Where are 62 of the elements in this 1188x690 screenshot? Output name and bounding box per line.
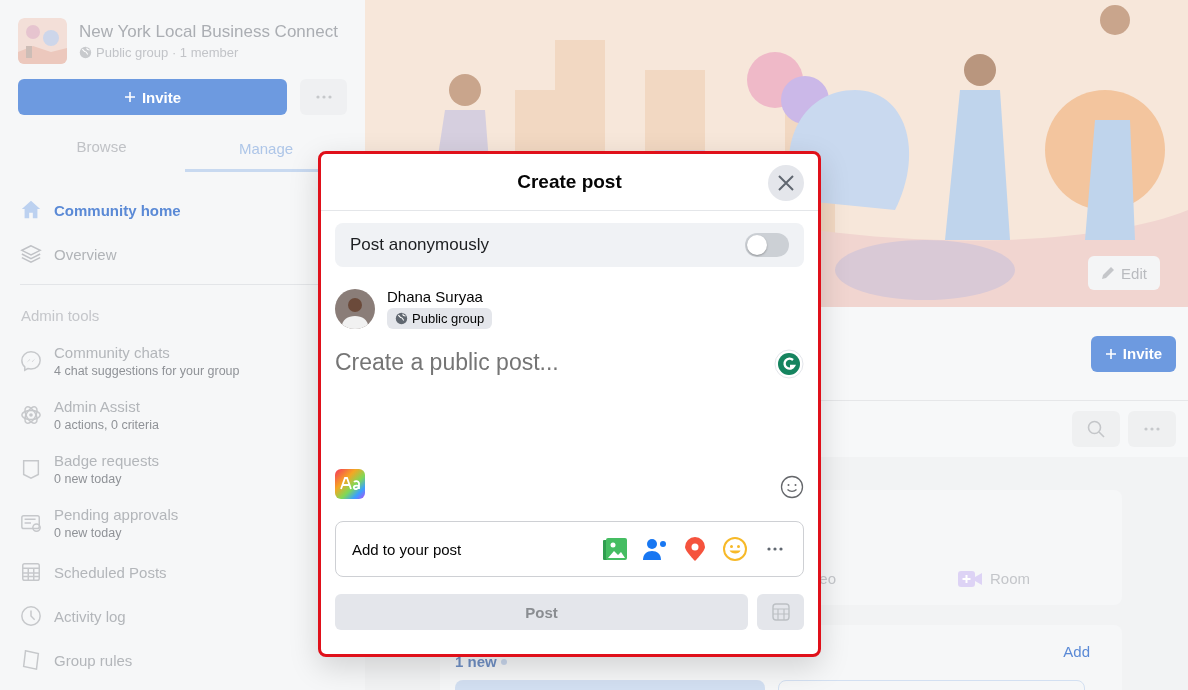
globe-icon <box>79 46 92 59</box>
post-input[interactable]: Create a public post... <box>335 349 735 376</box>
plus-icon <box>1104 347 1117 360</box>
clock-icon <box>20 605 42 627</box>
person-icon <box>643 537 667 561</box>
tool-label[interactable]: Group rules <box>54 651 133 669</box>
book-icon <box>20 649 42 671</box>
more-icon <box>1144 427 1160 431</box>
close-button[interactable] <box>768 165 804 201</box>
invite-button[interactable]: Invite <box>18 79 287 115</box>
tool-detail: 0 actions, 0 criteria <box>54 418 159 432</box>
tool-label[interactable]: Admin Assist <box>54 398 159 415</box>
status-dot <box>500 658 507 665</box>
calendar-icon <box>771 603 790 621</box>
tool-label[interactable]: Activity log <box>54 607 126 625</box>
tool-label[interactable]: Scheduled Posts <box>54 563 167 581</box>
pencil-icon <box>1101 266 1116 280</box>
tool-label[interactable]: Community chats <box>54 344 240 361</box>
group-name: New York Local Business Connect <box>79 22 338 42</box>
tool-detail: 4 chat suggestions for your group <box>54 364 240 378</box>
tool-detail: 0 new today <box>54 526 123 540</box>
map-pin-icon <box>685 537 705 561</box>
video-camera-icon <box>958 570 982 587</box>
shield-icon <box>20 458 42 480</box>
feeling-button[interactable] <box>723 537 747 561</box>
schedule-button[interactable] <box>757 594 804 630</box>
new-count: 1 new <box>455 653 497 670</box>
more-icon <box>315 95 332 99</box>
add-to-post-label: Add to your post <box>352 540 463 558</box>
text-style-icon[interactable] <box>335 469 365 499</box>
calendar-icon <box>20 561 42 583</box>
grammar-icon <box>774 349 804 379</box>
add-link[interactable]: Add <box>1063 643 1090 660</box>
smiley-icon <box>723 537 747 561</box>
anonymous-label: Post anonymously <box>350 235 489 255</box>
tool-detail: 0 new today <box>54 472 123 486</box>
toggle-switch[interactable] <box>745 233 789 257</box>
location-button[interactable] <box>683 537 707 561</box>
globe-icon <box>395 312 408 325</box>
layers-icon <box>20 243 42 265</box>
photo-icon <box>603 537 627 561</box>
edit-button[interactable]: Edit <box>1088 256 1160 290</box>
tool-label[interactable]: Badge requests <box>54 452 160 469</box>
close-icon <box>778 175 794 191</box>
clock-document-icon <box>20 512 42 534</box>
nav-item[interactable]: Community home <box>0 188 365 232</box>
tool-label[interactable]: Pending approvals <box>54 506 179 523</box>
chat-bubble-icon <box>20 350 42 372</box>
dialog-title: Create post <box>517 171 622 193</box>
avatar <box>335 288 375 329</box>
invite-button[interactable]: Invite <box>1090 335 1176 372</box>
audience-button[interactable]: Public group <box>387 308 493 329</box>
photo-button[interactable] <box>603 537 627 561</box>
tag-people-button[interactable] <box>643 537 667 561</box>
search-button[interactable] <box>1072 411 1120 447</box>
plus-icon <box>123 91 136 103</box>
search-icon <box>1087 420 1105 438</box>
emoji-icon[interactable] <box>780 475 804 499</box>
more-icon <box>767 547 783 551</box>
author-name: Dhana Suryaa <box>387 288 484 305</box>
gear-star-icon <box>20 404 42 426</box>
home-icon <box>20 199 42 221</box>
